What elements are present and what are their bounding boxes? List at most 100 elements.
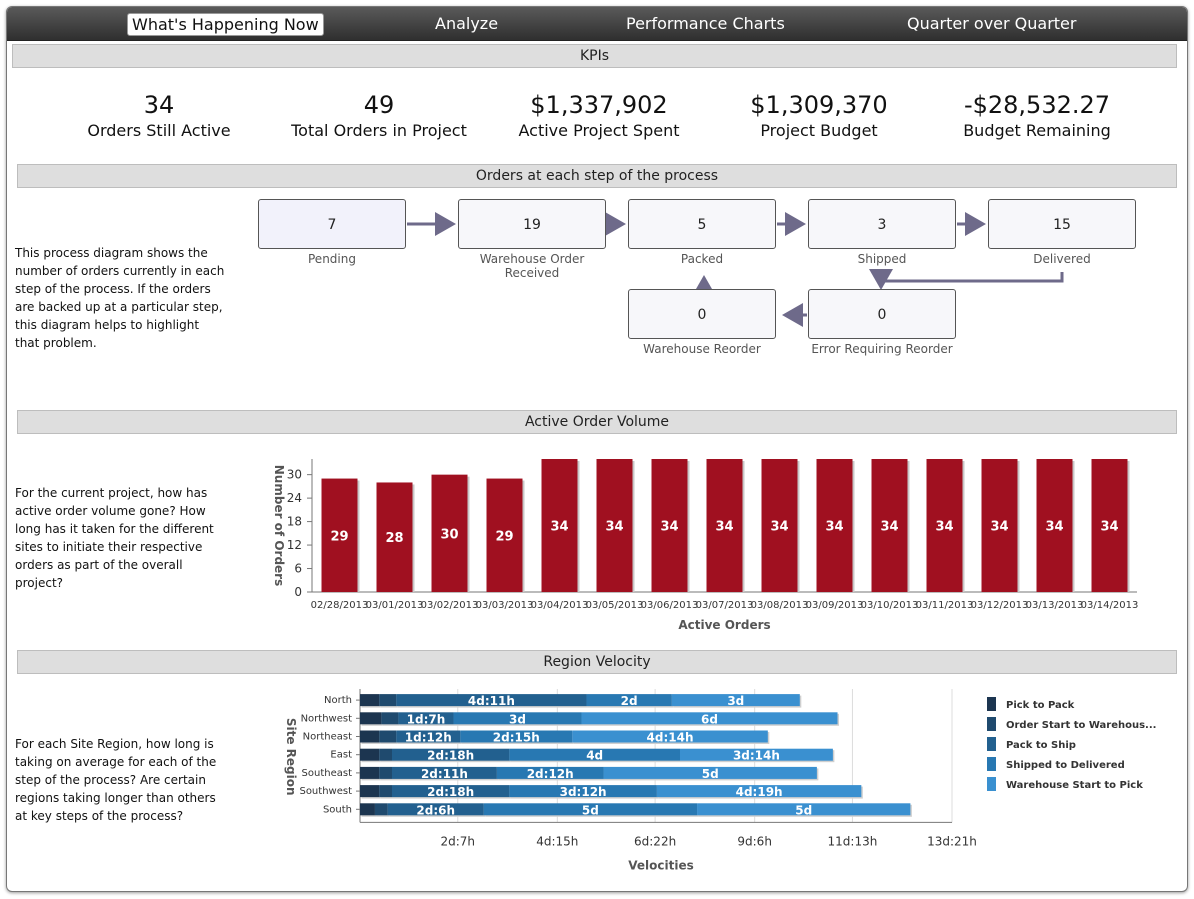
step-warehouse-reorder[interactable]: 0 xyxy=(628,289,776,339)
y-tick-label: 18 xyxy=(287,515,302,529)
step-label-warehouse-order-received: Warehouse Order Received xyxy=(479,252,585,280)
bar-segment xyxy=(381,712,399,725)
bar-data-label: 5d xyxy=(582,803,599,817)
bar-data-label: 28 xyxy=(385,531,403,546)
y-axis-title: Site Region xyxy=(284,718,298,796)
x-tick-label: 11d:13h xyxy=(828,834,878,848)
step-count: 0 xyxy=(877,307,887,323)
y-tick-label: East xyxy=(330,750,352,761)
x-tick-label: 9d:6h xyxy=(737,834,772,848)
y-axis-title: Number of Orders xyxy=(272,465,286,586)
bar-segment xyxy=(360,766,380,779)
bar-data-label: 34 xyxy=(550,520,568,535)
step-count: 7 xyxy=(327,217,337,233)
x-tick-label: 03/11/2013 xyxy=(916,600,974,611)
legend-entry: Pack to Ship xyxy=(1006,740,1076,751)
bar-data-label: 34 xyxy=(715,520,733,535)
legend-entry: Warehouse Start to Pick xyxy=(1006,780,1143,791)
bar-data-label: 4d:14h xyxy=(647,731,694,745)
bar-data-label: 4d xyxy=(586,749,603,763)
x-tick-label: 03/05/2013 xyxy=(586,600,644,611)
bar-data-label: 3d:12h xyxy=(560,785,607,799)
bar-data-label: 3d:14h xyxy=(733,749,780,763)
bar-data-label: 2d:6h xyxy=(416,803,455,817)
x-axis-title: Velocities xyxy=(628,858,693,872)
step-label-delivered: Delivered xyxy=(1033,252,1091,266)
step-delivered[interactable]: 15 xyxy=(988,199,1136,249)
bar-segment xyxy=(379,730,397,743)
step-warehouse-order-received[interactable]: 19 xyxy=(458,199,606,249)
x-tick-label: 13d:21h xyxy=(927,834,977,848)
bar-data-label: 2d:18h xyxy=(427,749,474,763)
y-tick-label: South xyxy=(323,804,352,815)
x-tick-label: 03/06/2013 xyxy=(641,600,699,611)
x-tick-label: 03/10/2013 xyxy=(861,600,919,611)
step-packed[interactable]: 5 xyxy=(628,199,776,249)
bar-data-label: 4d:11h xyxy=(468,694,515,708)
step-count: 15 xyxy=(1053,217,1071,233)
bar-data-label: 1d:7h xyxy=(407,712,446,726)
bar-segment xyxy=(379,785,392,798)
step-count: 3 xyxy=(877,217,887,233)
bar-data-label: 34 xyxy=(605,520,623,535)
bar-data-label: 2d:15h xyxy=(493,731,540,745)
step-error-requiring-reorder[interactable]: 0 xyxy=(808,289,956,339)
y-tick-label: 24 xyxy=(287,491,302,505)
bar-data-label: 2d xyxy=(621,694,638,708)
x-tick-label: 02/28/2013 xyxy=(311,600,369,611)
x-tick-label: 03/03/2013 xyxy=(476,600,534,611)
x-tick-label: 03/14/2013 xyxy=(1081,600,1139,611)
bar-data-label: 4d:19h xyxy=(736,785,783,799)
bar-data-label: 3d xyxy=(509,712,526,726)
bar-segment xyxy=(374,803,388,816)
x-tick-label: 03/01/2013 xyxy=(366,600,424,611)
step-label-pending: Pending xyxy=(308,252,356,266)
bar-data-label: 5d xyxy=(795,803,812,817)
legend-swatch xyxy=(987,757,996,771)
y-tick-label: 0 xyxy=(294,585,302,599)
bar-data-label: 2d:18h xyxy=(427,785,474,799)
bar-data-label: 34 xyxy=(770,520,788,535)
dashboard-frame: What's Happening Now Analyze Performance… xyxy=(6,6,1188,892)
y-tick-label: Southeast xyxy=(302,768,353,779)
bar-data-label: 34 xyxy=(1100,520,1118,535)
active-order-volume-chart: 0612182430Number of Orders 2902/28/201328… xyxy=(272,459,1139,632)
legend-swatch xyxy=(987,717,996,731)
y-tick-label: 6 xyxy=(294,562,302,576)
velocity-section-header: Region Velocity xyxy=(17,650,1177,674)
step-label-error-requiring-reorder: Error Requiring Reorder xyxy=(811,342,953,356)
x-tick-label: 03/09/2013 xyxy=(806,600,864,611)
bar-data-label: 34 xyxy=(935,520,953,535)
x-tick-label: 03/02/2013 xyxy=(421,600,479,611)
step-shipped[interactable]: 3 xyxy=(808,199,956,249)
bar-data-label: 34 xyxy=(1045,520,1063,535)
bar-data-label: 30 xyxy=(440,527,458,542)
region-velocity-chart: 2d:7h 4d:15h 6d:22h 9d:6h 11d:13h 13d:21h Site… xyxy=(284,689,1156,872)
legend-swatch xyxy=(987,697,996,711)
x-tick-label: 2d:7h xyxy=(441,834,476,848)
x-tick-label: 03/13/2013 xyxy=(1026,600,1084,611)
step-count: 0 xyxy=(697,307,707,323)
y-tick-label: Northeast xyxy=(303,732,352,743)
legend-entry: Pick to Pack xyxy=(1006,700,1075,711)
bar-segment xyxy=(360,712,382,725)
bar-segment xyxy=(379,748,392,761)
x-tick-label: 03/04/2013 xyxy=(531,600,589,611)
bar-data-label: 34 xyxy=(880,520,898,535)
bar-data-label: 34 xyxy=(825,520,843,535)
bar-data-label: 29 xyxy=(330,529,348,544)
bar-segment xyxy=(360,730,380,743)
bar-segment xyxy=(360,748,380,761)
bar-segment xyxy=(379,766,392,779)
x-tick-label: 4d:15h xyxy=(536,834,578,848)
bar-segment xyxy=(360,694,380,707)
bar-data-label: 34 xyxy=(990,520,1008,535)
legend-swatch xyxy=(987,737,996,751)
x-tick-label: 03/07/2013 xyxy=(696,600,754,611)
bar-segment xyxy=(360,803,375,816)
bar-data-label: 29 xyxy=(495,529,513,544)
bar-data-label: 3d xyxy=(727,694,744,708)
step-pending[interactable]: 7 xyxy=(258,199,406,249)
bar-data-label: 34 xyxy=(660,520,678,535)
legend-entry: Order Start to Warehous... xyxy=(1006,720,1156,731)
